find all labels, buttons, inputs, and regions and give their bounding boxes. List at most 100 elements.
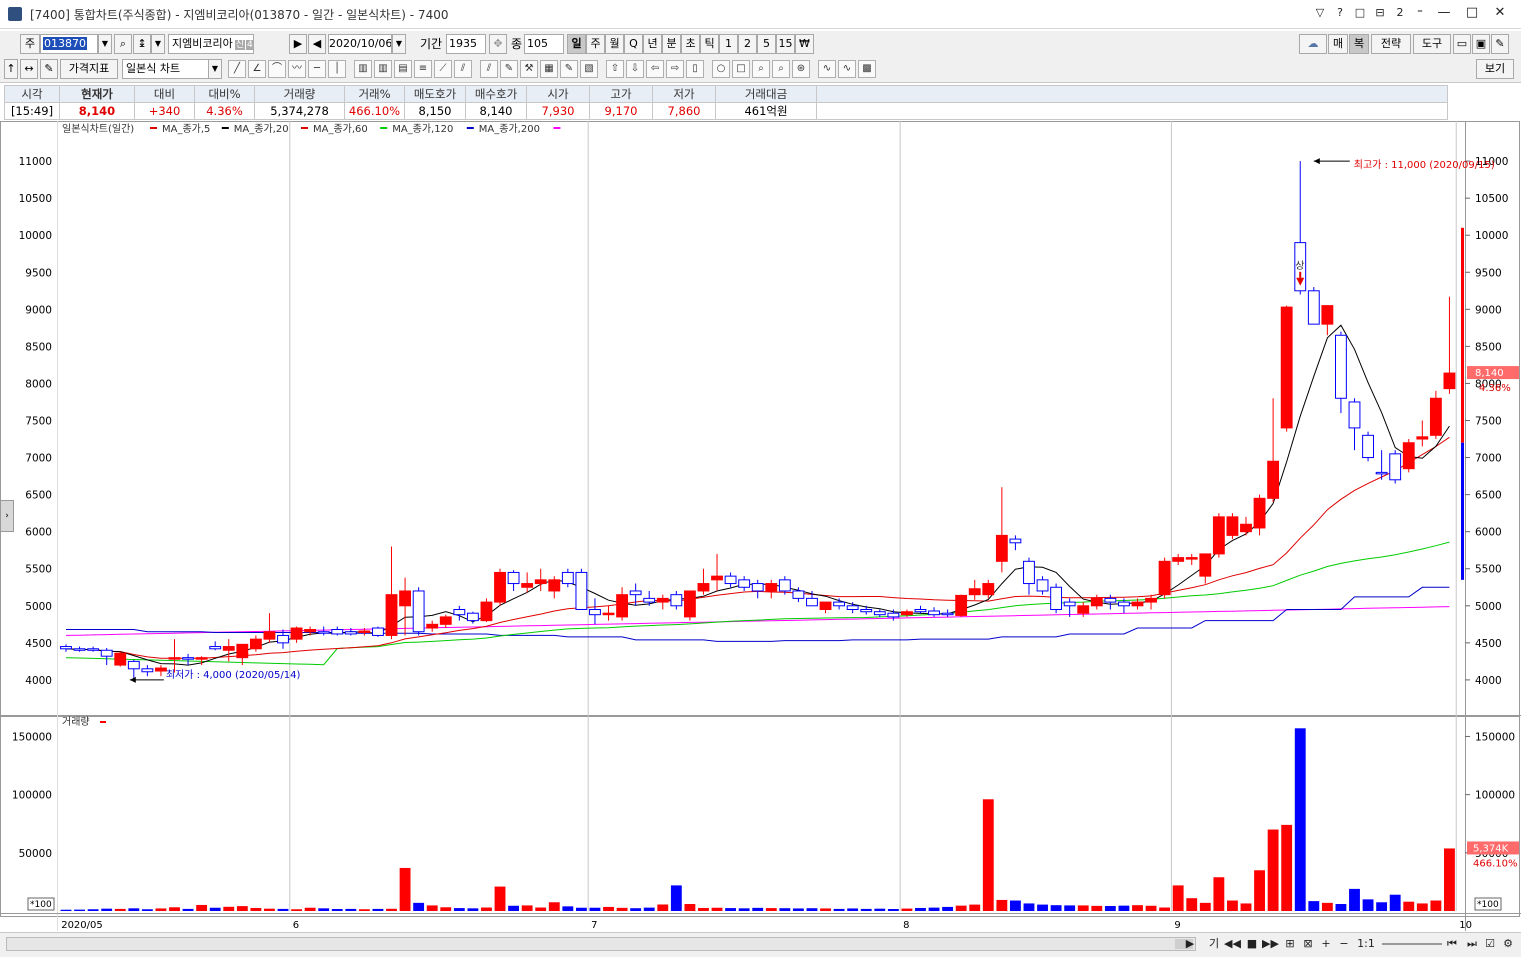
interval-5[interactable]: 5 [757, 34, 776, 54]
interval-1[interactable]: 1 [719, 34, 738, 54]
interval-second[interactable]: 초 [681, 34, 700, 54]
interval-month[interactable]: 월 [605, 34, 624, 54]
channel-icon[interactable]: ≡ [414, 60, 432, 78]
period-input[interactable]: 1935 [446, 34, 486, 54]
strategy-button[interactable]: 전략 [1371, 34, 1411, 54]
scroll-right-icon[interactable]: ▶ [1182, 936, 1198, 952]
eraser-icon[interactable]: ⚒ [520, 60, 538, 78]
up-icon[interactable]: ↑ [4, 59, 18, 79]
fibo-time-icon[interactable]: ▥ [354, 60, 372, 78]
interval-day[interactable]: 일 [567, 34, 586, 54]
maximize-icon[interactable]: □ [1461, 4, 1483, 22]
circle-icon[interactable]: ○ [712, 60, 730, 78]
chart-type-dropdown-icon[interactable]: ▼ [208, 59, 222, 79]
zoom-area-icon[interactable]: ⌕ [772, 60, 790, 78]
trendline-icon[interactable]: ╱ [228, 60, 246, 78]
price-volume-chart[interactable]: 2020/05 6 7 8 9 10 4000 4000 4500 4500 5000 5000 550… [0, 121, 1521, 933]
save-icon[interactable]: ▣ [1472, 34, 1490, 54]
zoom-icon[interactable]: ⌕ [752, 60, 770, 78]
minimize-icon[interactable]: — [1433, 4, 1455, 22]
sine-icon[interactable]: ∿ [838, 60, 856, 78]
interval-2[interactable]: 2 [738, 34, 757, 54]
note-icon[interactable]: ▧ [580, 60, 598, 78]
ray-icon[interactable]: ⟋ [434, 60, 452, 78]
edit-icon[interactable]: ✎ [40, 59, 58, 79]
axis-icon[interactable]: ⊞ [1282, 936, 1298, 952]
cycle-icon[interactable]: ∿ [818, 60, 836, 78]
screen-icon[interactable]: □ [1353, 4, 1367, 22]
rect-icon[interactable]: □ [732, 60, 750, 78]
zoom-slider[interactable] [1382, 943, 1442, 945]
angle-icon[interactable]: ∠ [248, 60, 266, 78]
wave-icon[interactable]: 〰 [288, 60, 306, 78]
pin-icon[interactable]: ⁼ [1413, 4, 1427, 22]
rewind-icon[interactable]: ◀◀ [1224, 936, 1241, 952]
up-arrow-icon[interactable]: ⇧ [606, 60, 624, 78]
arc-icon[interactable]: ⌒ [268, 60, 286, 78]
stock-name-field[interactable]: 지엠비코리아신40 [168, 34, 254, 54]
left-arrow-icon[interactable]: ⇦ [646, 60, 664, 78]
color-icon[interactable]: ▦ [540, 60, 558, 78]
interval-won[interactable]: ₩ [795, 34, 814, 54]
doc-icon[interactable]: ▯ [686, 60, 704, 78]
last-icon[interactable]: ⏭ [1464, 936, 1480, 952]
date-input[interactable]: 2020/10/06 [328, 34, 392, 54]
view-button[interactable]: 보기 [1476, 59, 1514, 79]
multi-button[interactable]: 복 [1349, 34, 1369, 54]
side-panel-toggle[interactable]: › [0, 500, 14, 532]
check-icon[interactable]: ☑ [1482, 936, 1498, 952]
interval-quarter[interactable]: Q [624, 34, 643, 54]
fibo-retrace-icon[interactable]: ▤ [394, 60, 412, 78]
interval-week[interactable]: 주 [586, 34, 605, 54]
next-icon[interactable]: ▶ [289, 34, 307, 54]
chart-scrollbar[interactable] [6, 937, 1196, 951]
grid-icon[interactable]: ▩ [858, 60, 876, 78]
interval-minute[interactable]: 분 [662, 34, 681, 54]
split-icon[interactable]: ⊟ [1373, 4, 1387, 22]
interval-year[interactable]: 년 [643, 34, 662, 54]
first-icon[interactable]: ⏮ [1444, 936, 1460, 952]
stock-code-input[interactable]: 013870 [40, 34, 98, 54]
hline-icon[interactable]: ─ [308, 60, 326, 78]
wrench-icon[interactable]: ✎ [1491, 34, 1509, 54]
open-icon[interactable]: ▭ [1453, 34, 1471, 54]
chart-type-select[interactable]: 일본식 차트 [122, 59, 210, 79]
chart-area[interactable]: 2020/05 6 7 8 9 10 4000 4000 4500 4500 5000 5000 550… [0, 121, 1521, 933]
sort-dropdown-icon[interactable]: ▼ [151, 34, 165, 54]
market-select[interactable]: 주 [20, 34, 40, 54]
trade-button[interactable]: 매 [1328, 34, 1348, 54]
sort-icon[interactable]: ↨ [133, 34, 151, 54]
ratio-icon[interactable]: 1:1 [1354, 936, 1378, 952]
settings-icon[interactable]: ⚙ [1500, 936, 1516, 952]
scale-icon[interactable]: ⊠ [1300, 936, 1316, 952]
fibo-fan-icon[interactable]: ▥ [374, 60, 392, 78]
interval-tick[interactable]: 틱 [700, 34, 719, 54]
text-icon[interactable]: ✎ [560, 60, 578, 78]
prev-icon[interactable]: ◀ [308, 34, 326, 54]
link-icon[interactable]: 2 [1393, 4, 1407, 22]
tools-button[interactable]: 도구 [1413, 34, 1451, 54]
stop-icon[interactable]: ■ [1244, 936, 1260, 952]
cloud-icon[interactable]: ☁ [1299, 34, 1327, 54]
code-dropdown-icon[interactable]: ▼ [98, 34, 112, 54]
zoom-in-icon[interactable]: + [1318, 936, 1334, 952]
zoom-out-icon[interactable]: − [1336, 936, 1352, 952]
right-arrow-icon[interactable]: ⇨ [666, 60, 684, 78]
search-icon[interactable]: ⌕ [114, 34, 132, 54]
base-icon[interactable]: 기 [1206, 936, 1222, 952]
vline-icon[interactable]: │ [328, 60, 346, 78]
interval-15[interactable]: 15 [776, 34, 795, 54]
help-icon[interactable]: ? [1333, 4, 1347, 22]
down-arrow-icon[interactable]: ⇩ [626, 60, 644, 78]
count-input[interactable]: 105 [524, 34, 564, 54]
date-dropdown-icon[interactable]: ▼ [392, 34, 406, 54]
pitchfork-icon[interactable]: ⫽ [480, 60, 498, 78]
pen-icon[interactable]: ✎ [500, 60, 518, 78]
close-icon[interactable]: ✕ [1489, 4, 1511, 22]
parallel-icon[interactable]: ⫽ [454, 60, 472, 78]
forward-icon[interactable]: ▶▶ [1262, 936, 1279, 952]
target-icon[interactable]: ⊛ [792, 60, 810, 78]
indicator-button[interactable]: 가격지표 [60, 59, 118, 79]
dropdown-icon[interactable]: ▽ [1313, 4, 1327, 22]
crosshair-icon[interactable]: ✥ [489, 34, 507, 54]
